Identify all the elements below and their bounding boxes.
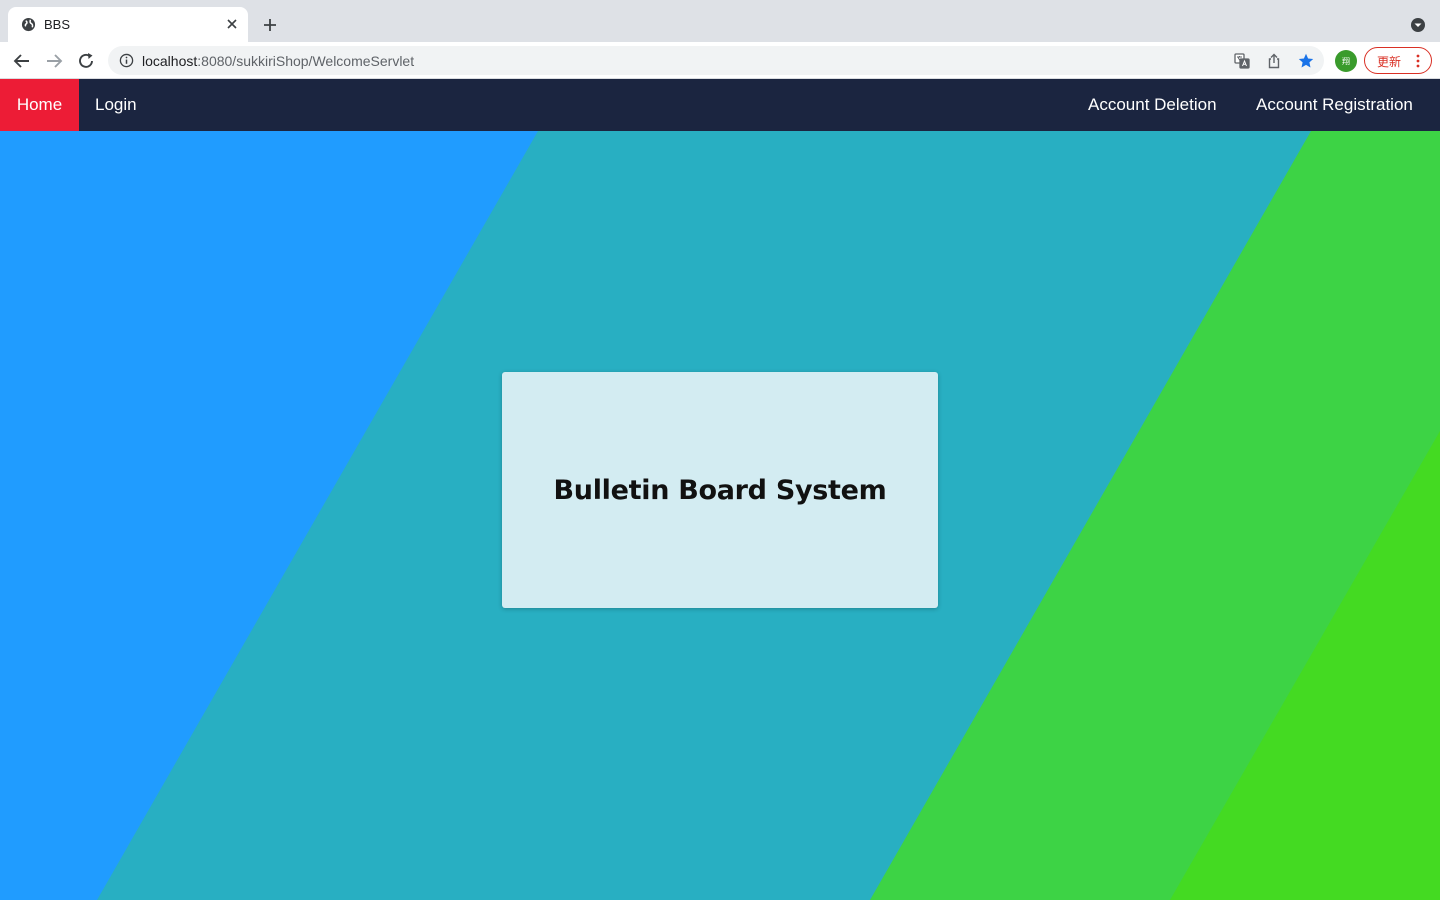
globe-icon	[21, 17, 36, 32]
tab-search-icon[interactable]	[1409, 16, 1427, 34]
nav-login-link[interactable]: Login	[95, 79, 137, 131]
nav-account-registration-link[interactable]: Account Registration	[1256, 79, 1413, 131]
tab-title: BBS	[44, 17, 71, 32]
browser-tab[interactable]: BBS	[8, 7, 248, 42]
url-host: localhost	[142, 53, 198, 69]
site-navbar: Home Login Account Deletion Account Regi…	[0, 79, 1440, 131]
welcome-card: Bulletin Board System	[502, 372, 938, 608]
address-bar[interactable]: localhost:8080/sukkiriShop/WelcomeServle…	[108, 46, 1324, 75]
forward-arrow-icon[interactable]	[43, 50, 65, 72]
kebab-menu-icon	[1416, 54, 1420, 68]
profile-avatar[interactable]: 翔	[1335, 50, 1357, 72]
nav-account-deletion-link[interactable]: Account Deletion	[1088, 79, 1217, 131]
card-title: Bulletin Board System	[553, 474, 887, 506]
url-text[interactable]: localhost:8080/sukkiriShop/WelcomeServle…	[142, 53, 414, 69]
back-arrow-icon[interactable]	[11, 50, 33, 72]
update-button[interactable]: 更新	[1364, 47, 1432, 74]
browser-tabstrip: BBS	[0, 0, 1440, 42]
bookmark-star-icon[interactable]	[1297, 52, 1315, 70]
nav-home-link[interactable]: Home	[0, 79, 79, 131]
translate-icon[interactable]	[1233, 52, 1251, 70]
info-icon[interactable]	[119, 53, 134, 68]
update-label: 更新	[1377, 55, 1402, 69]
browser-toolbar: localhost:8080/sukkiriShop/WelcomeServle…	[0, 42, 1440, 79]
reload-icon[interactable]	[75, 50, 97, 72]
url-path: :8080/sukkiriShop/WelcomeServlet	[197, 53, 415, 69]
new-tab-plus-icon[interactable]	[261, 16, 279, 34]
share-icon[interactable]	[1265, 52, 1283, 70]
close-icon[interactable]	[224, 16, 240, 32]
